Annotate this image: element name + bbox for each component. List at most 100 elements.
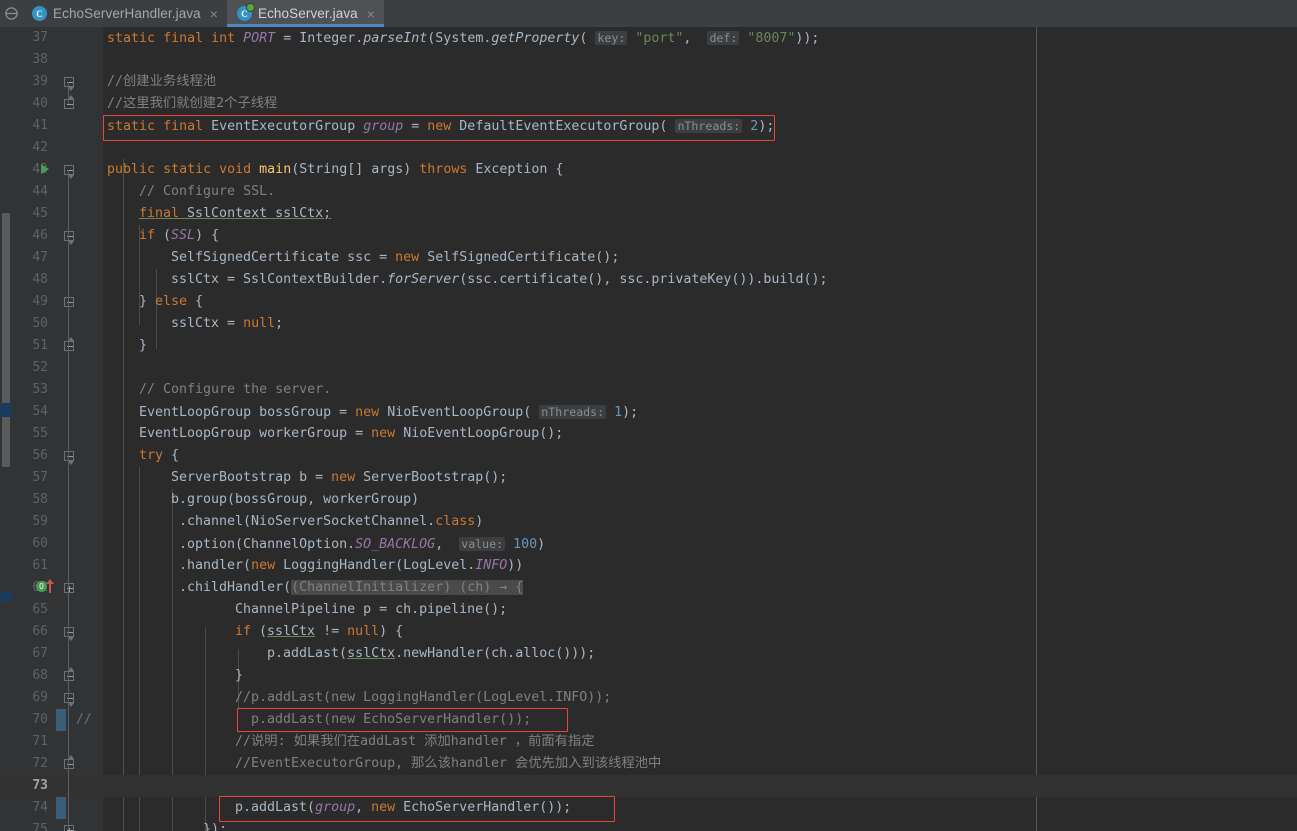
code-line[interactable]: 69 //p.addLast(new LoggingHandler(LogLeve… (0, 687, 1297, 709)
tab-echoserverhandler-java[interactable]: C EchoServerHandler.java × (22, 0, 227, 27)
code-line[interactable]: 50 sslCtx = null; (0, 313, 1297, 335)
line-number: 70 (32, 712, 48, 727)
code-fold-handle[interactable] (63, 76, 75, 91)
code-text: EventLoopGroup bossGroup = new NioEventL… (139, 404, 639, 420)
code-fold-handle[interactable] (63, 230, 75, 245)
line-number: 55 (32, 426, 48, 441)
code-line[interactable]: 66 if (sslCtx != null) { (0, 621, 1297, 643)
code-text: } (139, 338, 148, 353)
code-line[interactable]: 58 b.group(bossGroup, workerGroup) (0, 489, 1297, 511)
code-text: if (sslCtx != null) { (235, 624, 404, 639)
code-line[interactable]: 46 if (SSL) { (0, 225, 1297, 247)
line-number: 48 (32, 272, 48, 287)
line-number: 68 (32, 668, 48, 683)
code-line[interactable]: 48 sslCtx = SslContextBuilder.forServer(s… (0, 269, 1297, 291)
line-number: 69 (32, 690, 48, 705)
code-line[interactable]: 49} else { (0, 291, 1297, 313)
code-fold-handle[interactable] (63, 692, 75, 707)
gutter-comment-marker: // (76, 712, 92, 727)
code-text: ServerBootstrap b = new ServerBootstrap(… (171, 470, 508, 485)
code-line[interactable]: 65 ChannelPipeline p = ch.pipeline(); (0, 599, 1297, 621)
code-line[interactable]: 55 EventLoopGroup workerGroup = new NioEv… (0, 423, 1297, 445)
code-line[interactable]: 68} (0, 665, 1297, 687)
code-text: .childHandler((ChannelInitializer) (ch) … (171, 580, 524, 595)
code-fold-handle[interactable] (63, 296, 75, 308)
code-line[interactable]: 620 .childHandler((ChannelInitializer) (… (0, 577, 1297, 599)
line-number: 47 (32, 250, 48, 265)
code-fold-handle[interactable] (63, 95, 75, 110)
java-class-runnable-icon: C (236, 3, 255, 21)
code-text: final SslContext sslCtx; (139, 206, 332, 221)
code-line[interactable]: 39 //创建业务线程池 (0, 71, 1297, 93)
close-icon[interactable]: × (367, 7, 375, 21)
ide-logo-icon (0, 0, 22, 27)
code-fold-handle[interactable] (63, 337, 75, 352)
code-fold-handle[interactable] (63, 755, 75, 770)
code-line[interactable]: 74 p.addLast(group, new EchoServerHandler… (0, 797, 1297, 819)
code-text: //p.addLast(new LoggingHandler(LogLevel.… (235, 690, 612, 705)
code-fold-handle[interactable] (63, 667, 75, 682)
line-number: 66 (32, 624, 48, 639)
line-number: 75 (32, 822, 48, 831)
code-line[interactable]: 56 try { (0, 445, 1297, 467)
close-icon[interactable]: × (210, 7, 218, 21)
code-line[interactable]: 41 static final EventExecutorGroup group … (0, 115, 1297, 137)
code-line[interactable]: 38 (0, 49, 1297, 71)
code-text: if (SSL) { (139, 228, 220, 243)
fold-connector (68, 698, 69, 764)
code-line[interactable]: 37 static final int PORT = Integer.parseI… (0, 27, 1297, 49)
code-line[interactable]: 51} (0, 335, 1297, 357)
code-text: EventLoopGroup workerGroup = new NioEven… (139, 426, 564, 441)
code-editor[interactable]: 37 static final int PORT = Integer.parseI… (0, 27, 1297, 831)
code-line[interactable]: 59 .channel(NioServerSocketChannel.class… (0, 511, 1297, 533)
code-line[interactable]: 45 final SslContext sslCtx; (0, 203, 1297, 225)
line-number: 73 (32, 778, 48, 793)
code-line[interactable]: 52 (0, 357, 1297, 379)
code-fold-handle[interactable] (63, 164, 75, 179)
vcs-change-bar[interactable] (56, 709, 66, 731)
line-number: 58 (32, 492, 48, 507)
line-number: 40 (32, 96, 48, 111)
line-number: 51 (32, 338, 48, 353)
run-gutter-icon[interactable] (41, 164, 49, 174)
code-text: .option(ChannelOption.SO_BACKLOG, value:… (171, 536, 546, 552)
code-text: p.addLast(new EchoServerHandler()); (251, 712, 532, 727)
line-number: 54 (32, 404, 48, 419)
code-line[interactable]: 40 //这里我们就创建2个子线程 (0, 93, 1297, 115)
code-line[interactable]: 70 // p.addLast(new EchoServerHandler()); (0, 709, 1297, 731)
code-line[interactable]: 53 // Configure the server. (0, 379, 1297, 401)
code-line[interactable]: 57 ServerBootstrap b = new ServerBootstra… (0, 467, 1297, 489)
code-fold-handle[interactable] (63, 824, 75, 831)
tab-echoserver-java[interactable]: C EchoServer.java × (226, 0, 384, 27)
vcs-change-bar[interactable] (56, 797, 66, 819)
code-text: SelfSignedCertificate ssc = new SelfSign… (171, 250, 620, 265)
code-line[interactable]: 47 SelfSignedCertificate ssc = new SelfSi… (0, 247, 1297, 269)
code-line[interactable]: 54 EventLoopGroup bossGroup = new NioEven… (0, 401, 1297, 423)
code-text: //这里我们就创建2个子线程 (107, 96, 278, 111)
code-line[interactable]: 61 .handler(new LoggingHandler(LogLevel.… (0, 555, 1297, 577)
line-number: 49 (32, 294, 48, 309)
code-fold-handle[interactable] (63, 626, 75, 641)
code-line[interactable]: 67 p.addLast(sslCtx.newHandler(ch.alloc()… (0, 643, 1297, 665)
editor-tab-bar: C EchoServerHandler.java × C EchoServer.… (0, 0, 1297, 27)
code-line[interactable]: 72 //EventExecutorGroup, 那么该handler 会优先加入… (0, 753, 1297, 775)
code-line[interactable]: 73 (0, 775, 1297, 797)
code-text: .handler(new LoggingHandler(LogLevel.INF… (171, 558, 524, 573)
code-text: ChannelPipeline p = ch.pipeline(); (235, 602, 508, 617)
code-line[interactable]: 60 .option(ChannelOption.SO_BACKLOG, val… (0, 533, 1297, 555)
line-number: 65 (32, 602, 48, 617)
code-text: //EventExecutorGroup, 那么该handler 会优先加入到该… (235, 756, 662, 771)
line-number: 42 (32, 140, 48, 155)
override-arrow-icon[interactable] (46, 579, 54, 593)
line-number: 57 (32, 470, 48, 485)
code-line[interactable]: 43 public static void main(String[] args)… (0, 159, 1297, 181)
line-number: 74 (32, 800, 48, 815)
code-line[interactable]: 42 (0, 137, 1297, 159)
code-fold-handle[interactable] (63, 450, 75, 465)
code-line[interactable]: 71 //说明: 如果我们在addLast 添加handler ，前面有指定 (0, 731, 1297, 753)
code-fold-handle[interactable] (63, 582, 75, 594)
fold-connector (68, 236, 69, 346)
code-line[interactable]: 44 // Configure SSL. (0, 181, 1297, 203)
tab-label: EchoServer.java (257, 6, 358, 21)
code-line[interactable]: 75}); (0, 819, 1297, 831)
